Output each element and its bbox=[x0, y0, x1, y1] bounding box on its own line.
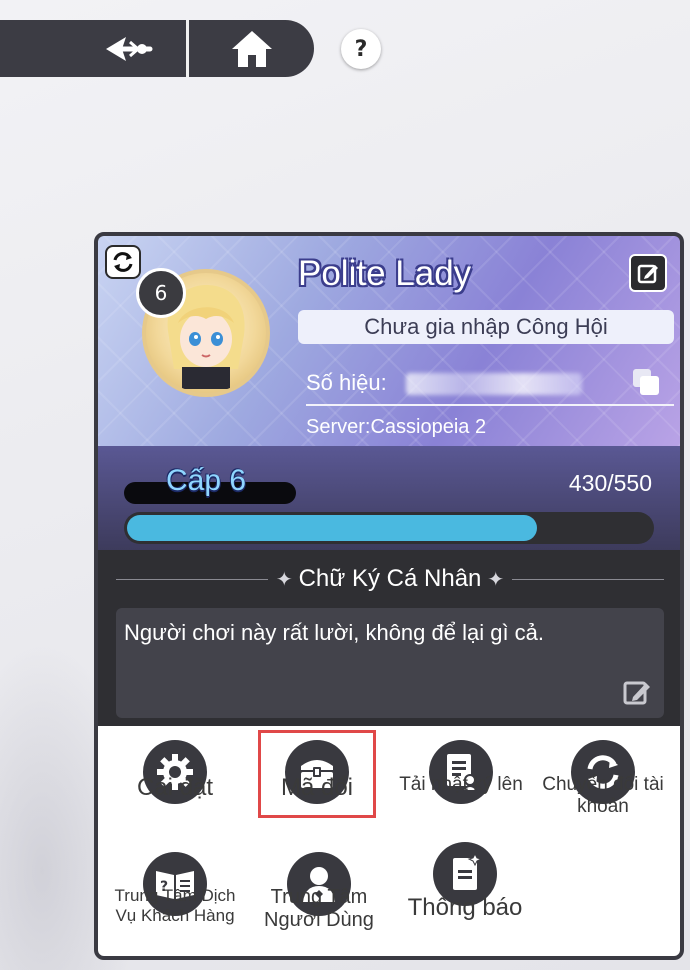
divider-line bbox=[116, 578, 268, 580]
menu-label: Trung Tâm Người Dùng bbox=[264, 886, 374, 931]
signature-header: ✦ Chữ Ký Cá Nhân ✦ bbox=[116, 564, 664, 594]
player-id-label: Số hiệu: bbox=[306, 370, 387, 395]
level-label: Cấp 6 bbox=[166, 464, 247, 497]
menu-item-settings[interactable]: Cài đặt bbox=[104, 740, 246, 804]
edit-signature-button[interactable] bbox=[622, 678, 654, 708]
profile-header: 6 Polite Lady Chưa gia nhập Công Hội Số … bbox=[98, 236, 680, 446]
exp-counter: 430/550 bbox=[568, 470, 652, 496]
menu-label: Thông báo bbox=[407, 894, 523, 921]
menu-label: Chuyển đổi tài khoản bbox=[542, 774, 664, 817]
signature-title-text: Chữ Ký Cá Nhân bbox=[298, 565, 482, 592]
signature-section: ✦ Chữ Ký Cá Nhân ✦ Người chơi này rất lư… bbox=[98, 550, 680, 726]
level-section: Cấp 6 430/550 bbox=[98, 446, 680, 550]
profile-panel: 6 Polite Lady Chưa gia nhập Công Hội Số … bbox=[94, 232, 684, 960]
player-id-redacted bbox=[406, 373, 582, 395]
back-arrow-icon bbox=[106, 36, 153, 61]
menu-item-notice[interactable]: Thông báo bbox=[394, 842, 536, 922]
level-badge: 6 bbox=[136, 268, 186, 318]
menu-item-switch-account[interactable]: Chuyển đổi tài khoản bbox=[532, 740, 674, 818]
edit-icon bbox=[637, 264, 658, 284]
menu-label: Trung Tâm Dịch Vụ Khách Hàng bbox=[114, 886, 236, 925]
sparkle-icon: ✦ bbox=[275, 568, 293, 591]
menu-label: Tải nhật ký lên bbox=[399, 774, 523, 795]
edit-profile-button[interactable] bbox=[629, 254, 667, 292]
highlight-box bbox=[258, 730, 376, 818]
edit-icon bbox=[623, 681, 650, 705]
signature-box: Người chơi này rất lười, không để lại gì… bbox=[116, 608, 664, 718]
refresh-icon bbox=[113, 252, 133, 272]
copy-icon bbox=[633, 369, 659, 395]
menu-item-upload-log[interactable]: Tải nhật ký lên bbox=[390, 740, 532, 804]
top-nav-bar bbox=[0, 20, 314, 77]
player-id-row: Số hiệu: bbox=[306, 364, 674, 406]
exp-progress-fill bbox=[127, 515, 537, 541]
signature-text: Người chơi này rất lười, không để lại gì… bbox=[124, 620, 545, 645]
sparkle-icon: ✦ bbox=[487, 568, 505, 591]
menu-label: Cài đặt bbox=[136, 774, 214, 801]
player-name: Polite Lady bbox=[298, 254, 472, 293]
menu-grid: Cài đặt Mã đổi Tải nhật ký lên Chuyển đổ… bbox=[98, 726, 680, 956]
copy-id-button[interactable] bbox=[630, 366, 662, 398]
home-icon bbox=[231, 30, 272, 67]
back-button[interactable] bbox=[0, 20, 186, 77]
refresh-button[interactable] bbox=[105, 245, 141, 279]
exp-progress-bar bbox=[124, 512, 654, 544]
server-name: Server:Cassiopeia 2 bbox=[306, 416, 487, 438]
home-button[interactable] bbox=[189, 20, 314, 77]
menu-item-customer-service[interactable]: ? Trung Tâm Dịch Vụ Khách Hàng bbox=[104, 852, 246, 925]
signature-title: ✦ Chữ Ký Cá Nhân ✦ bbox=[268, 565, 512, 593]
divider-line bbox=[512, 578, 664, 580]
guild-status: Chưa gia nhập Công Hội bbox=[298, 310, 674, 344]
menu-item-user-center[interactable]: Trung Tâm Người Dùng bbox=[248, 852, 390, 932]
help-button[interactable]: ? bbox=[341, 29, 381, 69]
